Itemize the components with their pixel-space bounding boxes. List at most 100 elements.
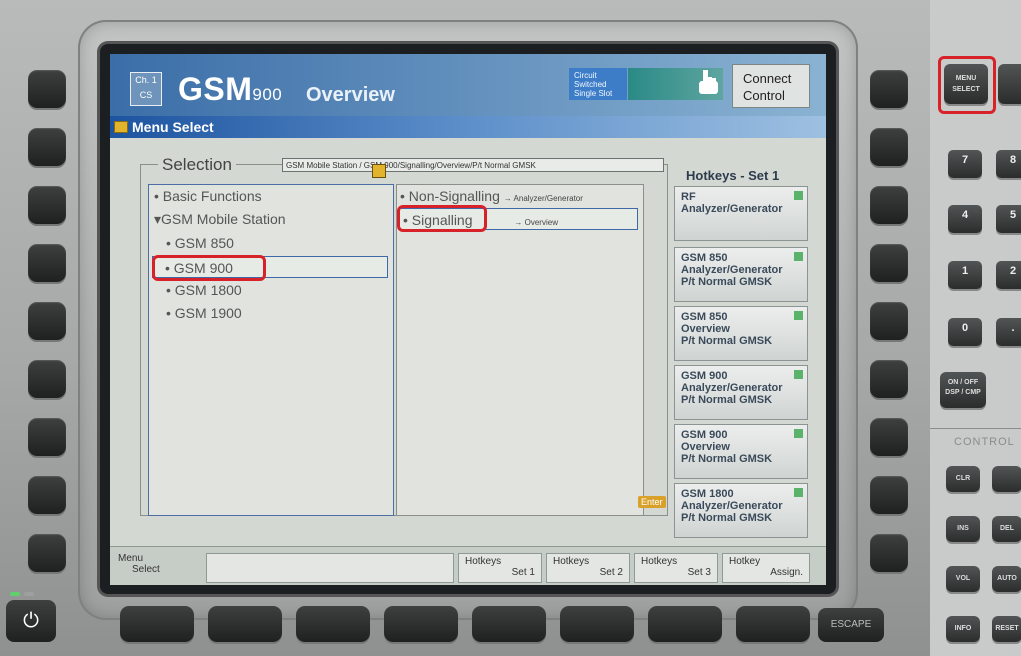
status-indicator-icon [794,252,803,261]
hotkey-rf-analyzer[interactable]: RF Analyzer/Generator [674,186,808,241]
key-8[interactable]: 8 [996,150,1021,178]
hotkey-line-1: GSM 900 [681,429,728,441]
info-key[interactable]: INFO [946,616,980,642]
softkey-bottom-4[interactable] [384,606,458,642]
hotkeys-title: Hotkeys - Set 1 [686,168,780,183]
hotkey-gsm900-overview[interactable]: GSM 900 Overview P/t Normal GMSK [674,424,808,479]
softkey-right-1[interactable] [870,70,908,108]
softkey-right-2[interactable] [870,128,908,166]
softkey-left-3[interactable] [28,186,66,224]
ins-key[interactable]: INS [946,516,980,542]
key-partial[interactable] [998,64,1021,104]
key-sublabel: DSP / CMP [945,389,981,396]
connect-label: Connect [743,71,792,86]
key-0[interactable]: 0 [948,318,982,346]
menu-tree-right [396,184,644,516]
softkey-bottom-5[interactable] [472,606,546,642]
softkey-right-6[interactable] [870,360,908,398]
on-off-key[interactable]: ON / OFF DSP / CMP [940,372,986,408]
power-button[interactable]: ⏻ [6,600,56,642]
button-line-1: Hotkeys [641,556,678,567]
escape-button[interactable]: ESCAPE [818,608,884,642]
softkey-left-2[interactable] [28,128,66,166]
menu-title: Menu Select [132,119,214,135]
key-2[interactable]: 2 [996,261,1021,289]
clr-key[interactable]: CLR [946,466,980,492]
menu-item-gsm-mobile-station[interactable]: ▾GSM Mobile Station [154,211,286,228]
key-1[interactable]: 1 [948,261,982,289]
menu-select-label: Menu Select [118,553,160,575]
channel-label: Ch. 1 [135,75,157,85]
softkey-right-7[interactable] [870,418,908,456]
softkey-left-1[interactable] [28,70,66,108]
panel-divider [930,428,1021,429]
hotkey-line-2: Analyzer/Generator [681,382,783,394]
hotkey-line-3: P/t Normal GMSK [681,512,773,524]
softkey-left-5[interactable] [28,302,66,340]
connect-control-button[interactable]: Connect Control [732,64,810,108]
button-line-2: Assign. [770,567,803,578]
menu-item-basic-functions[interactable]: • Basic Functions [154,188,262,204]
softkey-left-7[interactable] [28,418,66,456]
circuit-line-2: Switched [574,80,607,89]
circuit-line-1: Circuit [574,71,597,80]
softkey-right-9[interactable] [870,534,908,572]
button-line-1: Hotkeys [553,556,590,567]
status-indicator-icon [794,311,803,320]
minus-key[interactable] [992,466,1021,492]
menu-item-gsm-850[interactable]: • GSM 850 [166,235,234,251]
softkey-left-4[interactable] [28,244,66,282]
power-icon: ⏻ [23,610,39,632]
selection-legend: Selection [158,155,236,175]
hotkey-gsm850-analyzer[interactable]: GSM 850 Analyzer/Generator P/t Normal GMSK [674,247,808,302]
softkey-left-8[interactable] [28,476,66,514]
button-line-2: Set 3 [687,567,711,578]
menu-item-gsm-1900[interactable]: • GSM 1900 [166,305,242,321]
hotkey-line-1: GSM 850 [681,311,728,323]
menu-item-non-signalling[interactable]: • Non-Signalling → Analyzer/Generator [400,188,583,204]
channel-badge: Ch. 1 CS [130,72,162,106]
softkey-bottom-6[interactable] [560,606,634,642]
auto-key[interactable]: AUTO [992,566,1021,592]
key-7[interactable]: 7 [948,150,982,178]
softkey-bottom-8[interactable] [736,606,810,642]
key-5[interactable]: 5 [996,205,1021,233]
hotkey-gsm900-analyzer[interactable]: GSM 900 Analyzer/Generator P/t Normal GMSK [674,365,808,420]
menu-item-label: Non-Signalling [408,188,500,204]
menu-icon [114,121,128,133]
vol-key[interactable]: VOL [946,566,980,592]
softkey-right-4[interactable] [870,244,908,282]
del-key[interactable]: DEL [992,516,1021,542]
menu-item-gsm-1800[interactable]: • GSM 1800 [166,282,242,298]
hotkeys-set3-button[interactable]: Hotkeys Set 3 [634,553,718,583]
button-line-1: Hotkeys [465,556,502,567]
softkey-left-6[interactable] [28,360,66,398]
hotkey-assign-button[interactable]: Hotkey Assign. [722,553,810,583]
softkey-right-8[interactable] [870,476,908,514]
menu-label-line-2: Select [132,564,160,575]
key-label: . [1011,322,1015,334]
softkey-bottom-1[interactable] [120,606,194,642]
softkey-left-9[interactable] [28,534,66,572]
softkey-right-3[interactable] [870,186,908,224]
hotkey-line-2: Overview [681,323,730,335]
reset-key[interactable]: RESET [992,616,1021,642]
button-line-1: Hotkey [729,556,761,567]
menu-tree-left [148,184,394,516]
title-number: 900 [252,85,283,104]
bottom-softkey-bar: Menu Select Hotkeys Set 1 Hotkeys Set 2 Ho… [110,546,826,585]
hotkeys-set2-button[interactable]: Hotkeys Set 2 [546,553,630,583]
main-content: Selection GSM Mobile Station / GSM 900/S… [110,138,826,585]
selection-path: GSM Mobile Station / GSM 900/Signalling/… [282,158,664,172]
softkey-bottom-2[interactable] [208,606,282,642]
key-4[interactable]: 4 [948,205,982,233]
hotkey-line-1: RF [681,191,696,203]
softkey-bottom-7[interactable] [648,606,722,642]
hotkeys-set1-button[interactable]: Hotkeys Set 1 [458,553,542,583]
key-decimal[interactable]: . [996,318,1021,346]
softkey-right-5[interactable] [870,302,908,340]
hotkey-line-3: P/t Normal GMSK [681,453,773,465]
softkey-bottom-3[interactable] [296,606,370,642]
hotkey-gsm850-overview[interactable]: GSM 850 Overview P/t Normal GMSK [674,306,808,361]
hotkey-gsm1800-analyzer[interactable]: GSM 1800 Analyzer/Generator P/t Normal GMS… [674,483,808,538]
